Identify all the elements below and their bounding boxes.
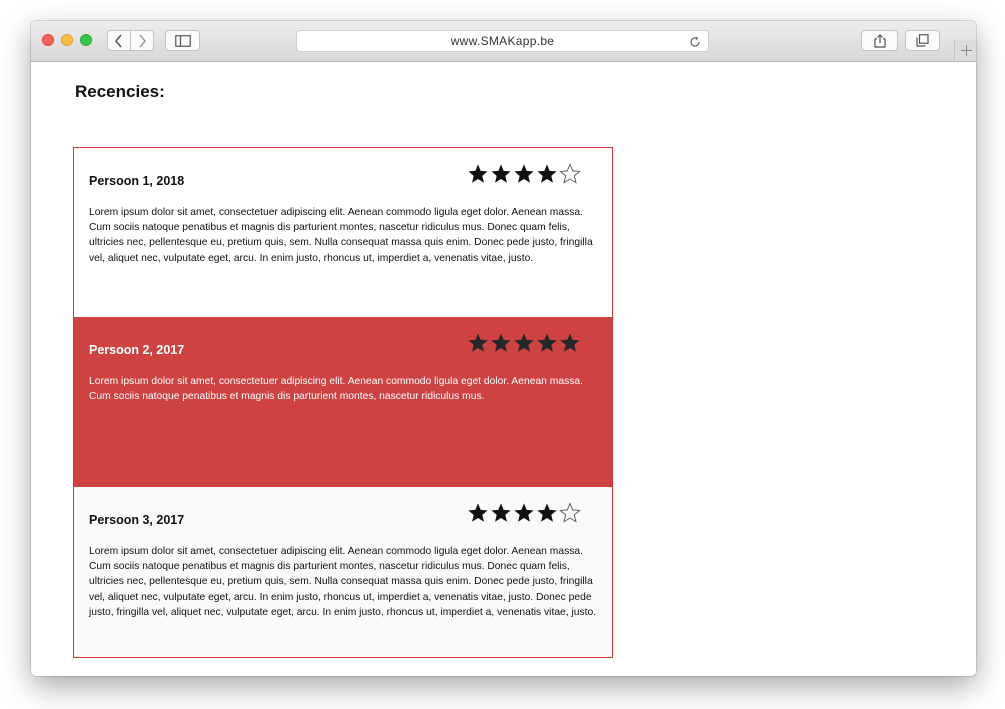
star-empty-icon	[559, 502, 581, 523]
reviews-list: Persoon 1, 2018 Lorem ipsum dolor sit am…	[73, 147, 613, 658]
star-rating	[467, 163, 581, 185]
chevron-right-icon	[139, 34, 146, 47]
url-text: www.SMAKapp.be	[450, 34, 555, 48]
reviewer-name: Persoon 2, 2017	[89, 343, 185, 357]
tabs-icon	[916, 34, 929, 47]
star-filled-icon	[468, 333, 488, 352]
chevron-left-icon	[115, 34, 122, 47]
star-filled-icon	[537, 164, 557, 183]
reviewer-name: Persoon 3, 2017	[89, 513, 185, 527]
star-filled-icon	[491, 503, 511, 522]
share-button[interactable]	[861, 30, 898, 51]
star-filled-icon	[560, 333, 580, 352]
browser-toolbar: www.SMAKapp.be	[31, 21, 976, 62]
star-filled-icon	[537, 333, 557, 352]
back-button[interactable]	[107, 30, 131, 51]
star-rating	[467, 502, 581, 524]
review-text: Lorem ipsum dolor sit amet, consectetuer…	[89, 207, 593, 264]
review-card: Persoon 3, 2017 Lorem ipsum dolor sit am…	[74, 487, 612, 657]
star-filled-icon	[491, 333, 511, 352]
star-filled-icon	[491, 164, 511, 183]
star-rating	[467, 332, 581, 354]
close-window-button[interactable]	[42, 34, 54, 46]
page-content: Recencies: Persoon 1, 2018 Lorem ipsum d…	[31, 62, 976, 676]
star-filled-icon	[468, 164, 488, 183]
reviewer-name: Persoon 1, 2018	[89, 174, 185, 188]
review-text: Lorem ipsum dolor sit amet, consectetuer…	[89, 376, 583, 403]
new-tab-button[interactable]	[954, 40, 976, 61]
address-bar[interactable]: www.SMAKapp.be	[296, 30, 709, 52]
sidebar-icon	[174, 34, 191, 47]
review-card: Persoon 1, 2018 Lorem ipsum dolor sit am…	[74, 148, 612, 317]
review-card-highlighted: Persoon 2, 2017 Lorem ipsum dolor sit am…	[74, 317, 612, 487]
tabs-overview-button[interactable]	[905, 30, 940, 51]
sidebar-toggle-button[interactable]	[165, 30, 200, 51]
review-text: Lorem ipsum dolor sit amet, consectetuer…	[89, 546, 597, 618]
star-filled-icon	[537, 503, 557, 522]
maximize-window-button[interactable]	[80, 34, 92, 46]
share-icon	[873, 33, 886, 48]
star-empty-icon	[559, 163, 581, 184]
plus-icon	[960, 45, 972, 56]
star-filled-icon	[514, 164, 534, 183]
forward-button[interactable]	[130, 30, 154, 51]
browser-window: www.SMAKapp.be Recencies: Persoon 1, 201…	[31, 21, 976, 676]
minimize-window-button[interactable]	[61, 34, 73, 46]
star-filled-icon	[514, 333, 534, 352]
reload-icon[interactable]	[689, 34, 701, 54]
star-filled-icon	[468, 503, 488, 522]
star-filled-icon	[514, 503, 534, 522]
page-title: Recencies:	[75, 82, 165, 101]
